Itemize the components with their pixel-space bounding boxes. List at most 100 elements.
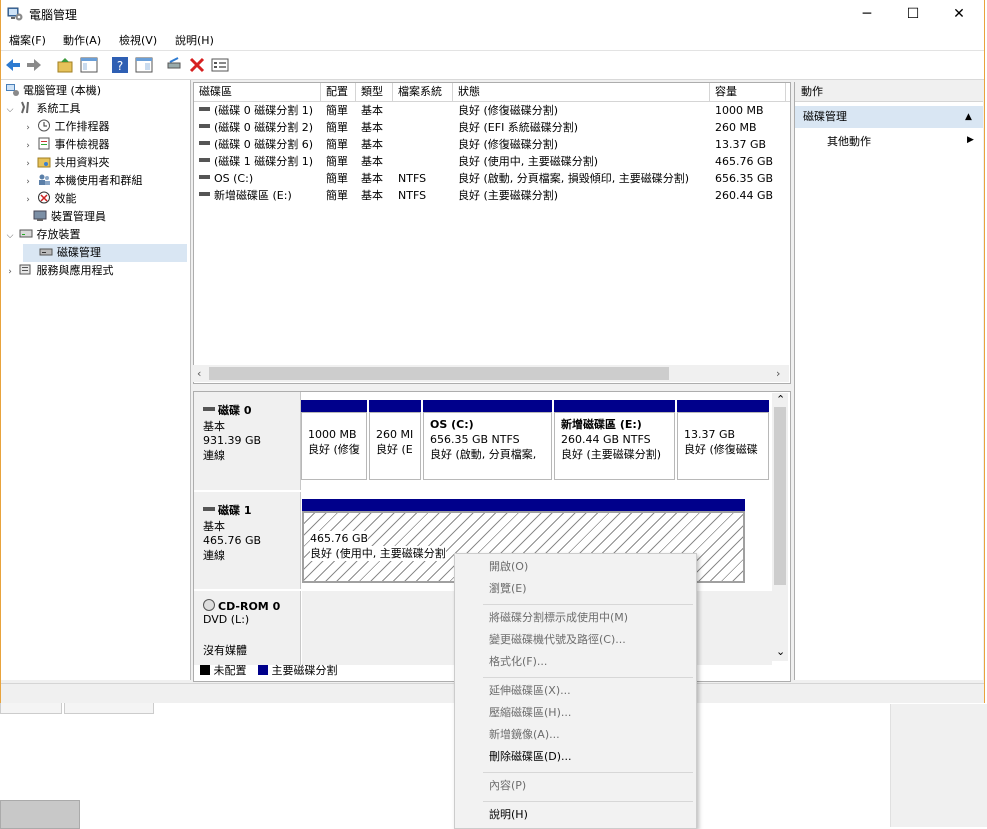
chevron-right-icon[interactable]: › <box>23 191 33 209</box>
partition-bar <box>423 400 552 412</box>
column-header[interactable]: 狀態 <box>453 83 710 101</box>
tree-item-task-scheduler[interactable]: › 工作排程器 <box>23 118 110 136</box>
minimize-button[interactable]: ─ <box>844 0 890 28</box>
menu-item-extend[interactable]: 延伸磁碟區(X)... <box>455 680 696 702</box>
column-header[interactable]: 可 <box>786 83 791 101</box>
scroll-up-icon[interactable]: ⌃ <box>776 393 785 406</box>
disk-name: 磁碟 0 <box>218 404 252 417</box>
column-header[interactable]: 配置 <box>321 83 356 101</box>
scroll-right-icon[interactable]: › <box>776 365 780 382</box>
actions-section-disk-management[interactable]: 磁碟管理 ▲ <box>795 106 983 128</box>
horizontal-scrollbar[interactable]: ‹ › <box>193 365 789 382</box>
table-cell: 簡單 <box>326 189 348 202</box>
tree-item-disk-management[interactable]: 磁碟管理 <box>23 244 187 262</box>
tree-item-local-users[interactable]: › 本機使用者和群組 <box>23 172 143 191</box>
collapse-up-icon[interactable]: ▲ <box>965 106 972 128</box>
partition-os-c[interactable]: OS (C:) 656.35 GB NTFS 良好 (啟動, 分頁檔案, <box>423 400 552 480</box>
connect-drive-icon[interactable] <box>165 56 183 74</box>
close-button[interactable]: ✕ <box>936 0 982 28</box>
table-cell: 簡單 <box>326 121 348 134</box>
menu-item-change-letter[interactable]: 變更磁碟機代號及路徑(C)... <box>455 629 696 651</box>
tree-item-event-viewer[interactable]: › 事件檢視器 <box>23 136 110 154</box>
menu-view[interactable]: 檢視(V) <box>119 32 157 48</box>
table-row[interactable]: (磁碟 0 磁碟分割 2) 簡單基本 良好 (EFI 系統磁碟分割) 260 MB 2 <box>194 119 790 136</box>
partition-recovery-1[interactable]: 1000 MB 良好 (修復 <box>301 400 367 480</box>
volume-name: (磁碟 0 磁碟分割 2) <box>214 121 314 134</box>
title-bar[interactable]: 電腦管理 ─ ☐ ✕ <box>1 0 984 28</box>
table-cell: 簡單 <box>326 104 348 117</box>
menu-help[interactable]: 說明(H) <box>175 32 214 48</box>
up-folder-icon[interactable] <box>56 56 74 74</box>
menu-item-open[interactable]: 開啟(O) <box>455 556 696 578</box>
back-arrow-icon[interactable] <box>4 56 22 74</box>
chevron-right-icon[interactable]: › <box>23 155 33 173</box>
tree-label: 存放裝置 <box>36 228 81 241</box>
show-hide-console-tree-icon[interactable] <box>80 56 98 74</box>
maximize-button[interactable]: ☐ <box>890 0 936 28</box>
chevron-down-icon[interactable]: ⌵ <box>5 101 15 119</box>
disk-0-label[interactable]: 磁碟 0 基本 931.39 GB 連線 <box>194 392 301 490</box>
volume-name: OS (C:) <box>214 172 254 185</box>
disk-1-label[interactable]: 磁碟 1 基本 465.76 GB 連線 <box>194 492 301 589</box>
tree-item-shared-folders[interactable]: › 共用資料夾 <box>23 154 109 173</box>
background-button[interactable] <box>0 800 80 829</box>
menu-item-delete-volume[interactable]: 刪除磁碟區(D)... <box>455 746 696 768</box>
actions-more-item[interactable]: 其他動作 <box>827 133 871 151</box>
column-header[interactable]: 檔案系統 <box>393 83 453 101</box>
menu-item-format[interactable]: 格式化(F)... <box>455 651 696 673</box>
menu-item-help[interactable]: 說明(H) <box>455 804 696 826</box>
partition-efi[interactable]: 260 MI 良好 (E <box>369 400 421 480</box>
scroll-left-icon[interactable]: ‹ <box>197 365 201 382</box>
chevron-right-icon[interactable]: › <box>23 119 33 137</box>
scrollbar-thumb[interactable] <box>209 367 669 380</box>
submenu-arrow-icon[interactable]: ▶ <box>967 135 974 145</box>
help-icon[interactable]: ? <box>111 56 129 74</box>
partition-recovery-6[interactable]: 13.37 GB 良好 (修復磁碟 <box>677 400 769 480</box>
column-header[interactable]: 磁碟區 <box>194 83 321 101</box>
menu-item-mark-active[interactable]: 將磁碟分割標示成使用中(M) <box>455 607 696 629</box>
menu-item-add-mirror[interactable]: 新增鏡像(A)... <box>455 724 696 746</box>
table-cell: 良好 (啟動, 分頁檔案, 損毀傾印, 主要磁碟分割) <box>458 172 690 185</box>
tree-item-services-apps[interactable]: › 服務與應用程式 <box>5 262 113 281</box>
forward-arrow-icon[interactable] <box>25 56 43 74</box>
table-row[interactable]: (磁碟 1 磁碟分割 1) 簡單 基本 良好 (使用中, 主要磁碟分割) 465.76 … <box>194 153 790 170</box>
table-row[interactable]: OS (C:) 簡單 基本 NTFS 良好 (啟動, 分頁檔案, 損毀傾印, 主要磁碟分… <box>194 170 790 187</box>
tree-item-root[interactable]: 電腦管理 (本機) <box>5 82 101 100</box>
tree-item-storage[interactable]: ⌵ 存放裝置 <box>5 226 81 244</box>
table-row[interactable]: 新增磁碟區 (E:) 簡單基本 NTFS 良好 (主要磁碟分割) 260.44 GB 2 <box>194 187 790 204</box>
menu-item-shrink[interactable]: 壓縮磁碟區(H)... <box>455 702 696 724</box>
table-cell: 良好 (使用中, 主要磁碟分割) <box>458 155 599 168</box>
table-row[interactable]: (磁碟 0 磁碟分割 6) 簡單基本 良好 (修復磁碟分割) 13.37 GB 1 <box>194 136 790 153</box>
cdrom-0-label[interactable]: CD-ROM 0 DVD (L:) 沒有媒體 <box>194 591 301 665</box>
partition-bar <box>677 400 769 412</box>
column-header[interactable]: 類型 <box>356 83 393 101</box>
tree-item-performance[interactable]: › 效能 <box>23 190 77 208</box>
tree-label: 本機使用者和群組 <box>54 174 143 187</box>
chevron-right-icon[interactable]: › <box>23 137 33 155</box>
properties-icon[interactable] <box>211 56 229 74</box>
partition-status: 良好 (使用中, 主要磁碟分割 <box>310 546 446 561</box>
vertical-scrollbar[interactable]: ⌃ ⌄ <box>772 393 788 661</box>
disk-icon <box>203 407 215 411</box>
scrollbar-thumb[interactable] <box>774 407 786 585</box>
partition-new-volume-e[interactable]: 新增磁碟區 (E:) 260.44 GB NTFS 良好 (主要磁碟分割) <box>554 400 675 480</box>
scroll-down-icon[interactable]: ⌄ <box>776 645 785 658</box>
volume-list: 磁碟區 配置 類型 檔案系統 狀態 容量 可 (磁碟 0 磁碟分割 1)簡單基本… <box>193 82 791 384</box>
partition-bar <box>301 400 367 412</box>
delete-x-icon[interactable] <box>188 56 206 74</box>
chevron-right-icon[interactable]: › <box>5 263 15 281</box>
tree-item-system-tools[interactable]: ⌵ 系統工具 <box>5 100 81 118</box>
chevron-right-icon[interactable]: › <box>23 173 33 191</box>
show-hide-action-pane-icon[interactable] <box>135 56 153 74</box>
menu-action[interactable]: 動作(A) <box>63 32 101 48</box>
chevron-down-icon[interactable]: ⌵ <box>5 227 15 245</box>
menu-item-explore[interactable]: 瀏覽(E) <box>455 578 696 600</box>
menu-item-properties[interactable]: 內容(P) <box>455 775 696 797</box>
column-header[interactable]: 容量 <box>710 83 786 101</box>
menu-file[interactable]: 檔案(F) <box>9 32 46 48</box>
cdrom-drive: DVD (L:) <box>203 613 250 626</box>
tree-item-device-manager[interactable]: 裝置管理員 <box>33 208 106 226</box>
table-row[interactable]: (磁碟 0 磁碟分割 1) 簡單基本 良好 (修復磁碟分割) 1000 MB 1 <box>194 102 790 119</box>
table-cell: 1 <box>786 102 791 119</box>
table-cell: 基本 <box>361 104 383 117</box>
